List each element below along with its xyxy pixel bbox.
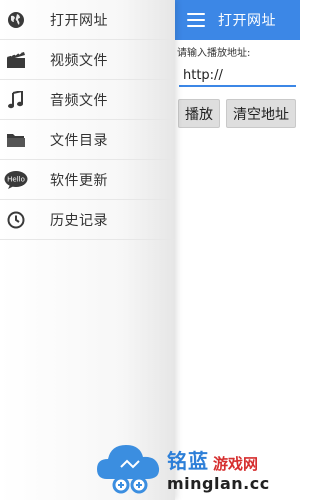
clock-icon	[4, 208, 28, 232]
action-buttons: 播放 清空地址	[178, 99, 300, 128]
menu-item-label: 软件更新	[50, 172, 108, 189]
hello-bubble-icon: Hello	[4, 168, 28, 192]
menu-item-history[interactable]: 历史记录	[0, 200, 175, 240]
url-prompt-label: 请输入播放地址:	[177, 48, 251, 59]
menu-item-label: 视频文件	[50, 52, 108, 69]
menu-item-video-files[interactable]: 视频文件	[0, 40, 175, 80]
globe-icon	[4, 8, 28, 32]
folder-icon	[4, 128, 28, 152]
play-button[interactable]: 播放	[178, 99, 220, 128]
app-bar: 打开网址	[175, 0, 300, 40]
music-note-icon	[4, 88, 28, 112]
clear-url-button[interactable]: 清空地址	[226, 99, 296, 128]
navigation-drawer: 打开网址 视频文件 音频文件 文件目录 Hello 软件更新 历史记录	[0, 0, 175, 500]
watermark-text: 铭蓝 游戏网 minglan.cc	[167, 445, 270, 493]
menu-item-file-directory[interactable]: 文件目录	[0, 120, 175, 160]
watermark-brand: 铭蓝	[167, 449, 209, 473]
url-field-container	[179, 65, 296, 87]
cloud-logo-icon	[95, 439, 163, 499]
svg-text:Hello: Hello	[7, 175, 25, 183]
main-panel: 打开网址 请输入播放地址: 播放 清空地址	[175, 0, 300, 500]
menu-item-label: 历史记录	[50, 212, 108, 229]
page-title: 打开网址	[218, 13, 276, 29]
watermark: 铭蓝 游戏网 minglan.cc	[95, 438, 300, 500]
menu-item-label: 音频文件	[50, 92, 108, 109]
menu-item-open-url[interactable]: 打开网址	[0, 0, 175, 40]
watermark-sub: 游戏网	[213, 455, 259, 473]
clapperboard-icon	[4, 48, 28, 72]
menu-item-label: 文件目录	[50, 132, 108, 149]
menu-item-software-update[interactable]: Hello 软件更新	[0, 160, 175, 200]
url-input[interactable]	[179, 68, 296, 85]
watermark-domain: minglan.cc	[167, 474, 270, 493]
menu-item-label: 打开网址	[50, 12, 108, 29]
menu-item-audio-files[interactable]: 音频文件	[0, 80, 175, 120]
menu-icon[interactable]	[187, 13, 205, 27]
